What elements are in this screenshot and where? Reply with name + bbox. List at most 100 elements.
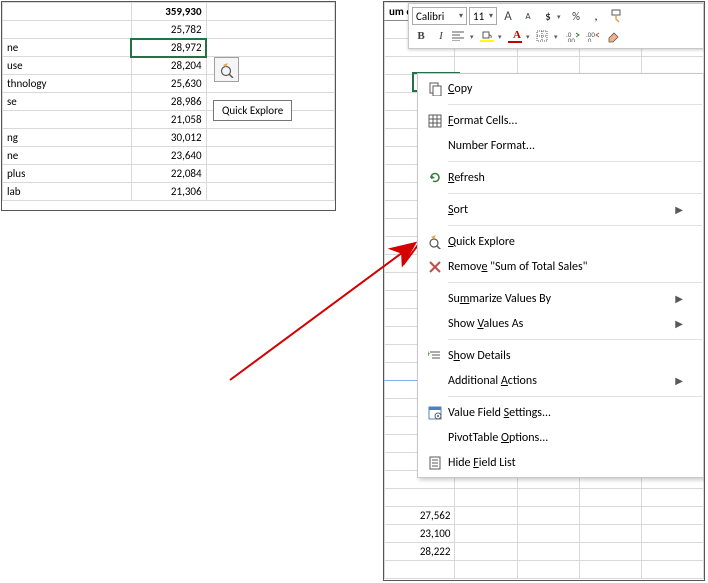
row-label[interactable]: ng bbox=[3, 129, 132, 147]
grid-cell[interactable] bbox=[579, 507, 641, 525]
menu-item-copy[interactable]: Copy bbox=[418, 76, 703, 101]
grid-cell[interactable] bbox=[385, 57, 455, 75]
menu-item-hide-field-list[interactable]: Hide Field List bbox=[418, 450, 703, 475]
menu-item-remove-sum-of-total-sales[interactable]: Remove "Sum of Total Sales" bbox=[418, 254, 703, 279]
grid-cell[interactable] bbox=[385, 561, 455, 579]
row-label[interactable] bbox=[3, 3, 132, 21]
grid-cell[interactable] bbox=[517, 525, 579, 543]
row-value[interactable]: 25,782 bbox=[131, 21, 206, 39]
menu-item-label: Additional Actions bbox=[448, 374, 675, 388]
shrink-font-button[interactable]: A bbox=[519, 7, 537, 25]
empty-cell[interactable] bbox=[206, 3, 334, 21]
grid-cell[interactable] bbox=[455, 489, 517, 507]
empty-cell[interactable] bbox=[206, 147, 334, 165]
grid-cell[interactable] bbox=[517, 57, 579, 75]
menu-item-summarize-values-by[interactable]: Summarize Values By▶ bbox=[418, 286, 703, 311]
menu-separator bbox=[448, 193, 702, 194]
empty-cell[interactable] bbox=[206, 165, 334, 183]
row-value[interactable]: 28,972 bbox=[131, 39, 206, 57]
row-label[interactable]: use bbox=[3, 57, 132, 75]
decrease-decimal-button[interactable]: .00.0 bbox=[584, 27, 602, 45]
italic-button[interactable]: I bbox=[432, 27, 450, 45]
row-label[interactable]: ne bbox=[3, 147, 132, 165]
percent-format-button[interactable]: % bbox=[567, 7, 585, 25]
grid-cell[interactable] bbox=[455, 561, 517, 579]
menu-item-show-values-as[interactable]: Show Values As▶ bbox=[418, 311, 703, 336]
grid-cell[interactable] bbox=[517, 543, 579, 561]
row-label[interactable]: se bbox=[3, 93, 132, 111]
grid-cell[interactable]: 27,562 bbox=[385, 507, 455, 525]
grow-font-button[interactable]: A bbox=[499, 7, 517, 25]
grid-cell[interactable] bbox=[517, 489, 579, 507]
grid-cell[interactable] bbox=[579, 57, 641, 75]
menu-separator bbox=[448, 104, 702, 105]
format-painter-button[interactable] bbox=[607, 7, 625, 25]
clear-button[interactable] bbox=[604, 27, 622, 45]
increase-decimal-button[interactable]: .0.00 bbox=[564, 27, 582, 45]
grid-cell[interactable] bbox=[641, 489, 703, 507]
grid-cell[interactable] bbox=[641, 507, 703, 525]
quick-explore-button[interactable] bbox=[214, 57, 239, 82]
row-value[interactable]: 30,012 bbox=[131, 129, 206, 147]
row-label[interactable]: ne bbox=[3, 39, 132, 57]
menu-item-show-details[interactable]: +Show Details bbox=[418, 343, 703, 368]
menu-item-sort[interactable]: Sort▶ bbox=[418, 197, 703, 222]
grid-cell[interactable] bbox=[517, 561, 579, 579]
row-label[interactable]: thnology bbox=[3, 75, 132, 93]
comma-format-button[interactable]: , bbox=[587, 7, 605, 25]
grid-cell[interactable] bbox=[579, 489, 641, 507]
row-value[interactable]: 359,930 bbox=[131, 3, 206, 21]
grid-cell[interactable] bbox=[641, 561, 703, 579]
row-value[interactable]: 23,640 bbox=[131, 147, 206, 165]
grid-cell[interactable] bbox=[579, 543, 641, 561]
bold-button[interactable]: B bbox=[412, 27, 430, 45]
grid-cell[interactable] bbox=[385, 489, 455, 507]
font-color-button[interactable]: A▾ bbox=[508, 27, 534, 45]
grid-cell[interactable] bbox=[641, 57, 703, 75]
menu-item-label: PivotTable Options... bbox=[448, 431, 683, 445]
row-value[interactable]: 25,630 bbox=[131, 75, 206, 93]
menu-item-label: Show Details bbox=[448, 349, 683, 363]
font-size-combo[interactable]: 11▾ bbox=[469, 7, 497, 25]
row-value[interactable]: 22,084 bbox=[131, 165, 206, 183]
submenu-arrow-icon: ▶ bbox=[675, 374, 683, 387]
grid-cell[interactable] bbox=[517, 507, 579, 525]
row-label[interactable] bbox=[3, 111, 132, 129]
menu-item-pivottable-options[interactable]: PivotTable Options... bbox=[418, 425, 703, 450]
menu-item-quick-explore[interactable]: Quick Explore bbox=[418, 229, 703, 254]
row-value[interactable]: 28,204 bbox=[131, 57, 206, 75]
align-button[interactable]: ▾ bbox=[452, 27, 478, 45]
grid-cell[interactable]: 23,100 bbox=[385, 525, 455, 543]
grid-cell[interactable] bbox=[641, 543, 703, 561]
empty-cell[interactable] bbox=[206, 129, 334, 147]
grid-cell[interactable] bbox=[455, 57, 517, 75]
grid-cell[interactable] bbox=[641, 525, 703, 543]
grid-cell[interactable]: 28,222 bbox=[385, 543, 455, 561]
format-painter-icon bbox=[609, 9, 623, 23]
menu-item-value-field-settings[interactable]: Value Field Settings... bbox=[418, 400, 703, 425]
grid-cell[interactable] bbox=[579, 525, 641, 543]
font-name-combo[interactable]: Calibri▾ bbox=[412, 7, 467, 25]
row-label[interactable]: lab bbox=[3, 183, 132, 201]
empty-cell[interactable] bbox=[206, 21, 334, 39]
grid-cell[interactable] bbox=[455, 525, 517, 543]
menu-item-refresh[interactable]: Refresh bbox=[418, 165, 703, 190]
grid-cell[interactable] bbox=[455, 507, 517, 525]
row-value[interactable]: 21,058 bbox=[131, 111, 206, 129]
menu-item-format-cells[interactable]: Format Cells... bbox=[418, 108, 703, 133]
empty-cell[interactable] bbox=[206, 183, 334, 201]
fill-color-button[interactable]: ▾ bbox=[480, 27, 506, 45]
row-value[interactable]: 28,986 bbox=[131, 93, 206, 111]
grid-cell[interactable] bbox=[455, 543, 517, 561]
svg-text:.0: .0 bbox=[586, 36, 592, 42]
borders-button[interactable]: ▾ bbox=[536, 27, 562, 45]
menu-item-label: Show Values As bbox=[448, 317, 675, 331]
row-label[interactable] bbox=[3, 21, 132, 39]
grid-cell[interactable] bbox=[579, 561, 641, 579]
currency-format-button[interactable]: $▾ bbox=[539, 7, 565, 25]
empty-cell[interactable] bbox=[206, 39, 334, 57]
menu-item-number-format[interactable]: Number Format... bbox=[418, 133, 703, 158]
menu-item-additional-actions[interactable]: Additional Actions▶ bbox=[418, 368, 703, 393]
row-label[interactable]: plus bbox=[3, 165, 132, 183]
row-value[interactable]: 21,306 bbox=[131, 183, 206, 201]
